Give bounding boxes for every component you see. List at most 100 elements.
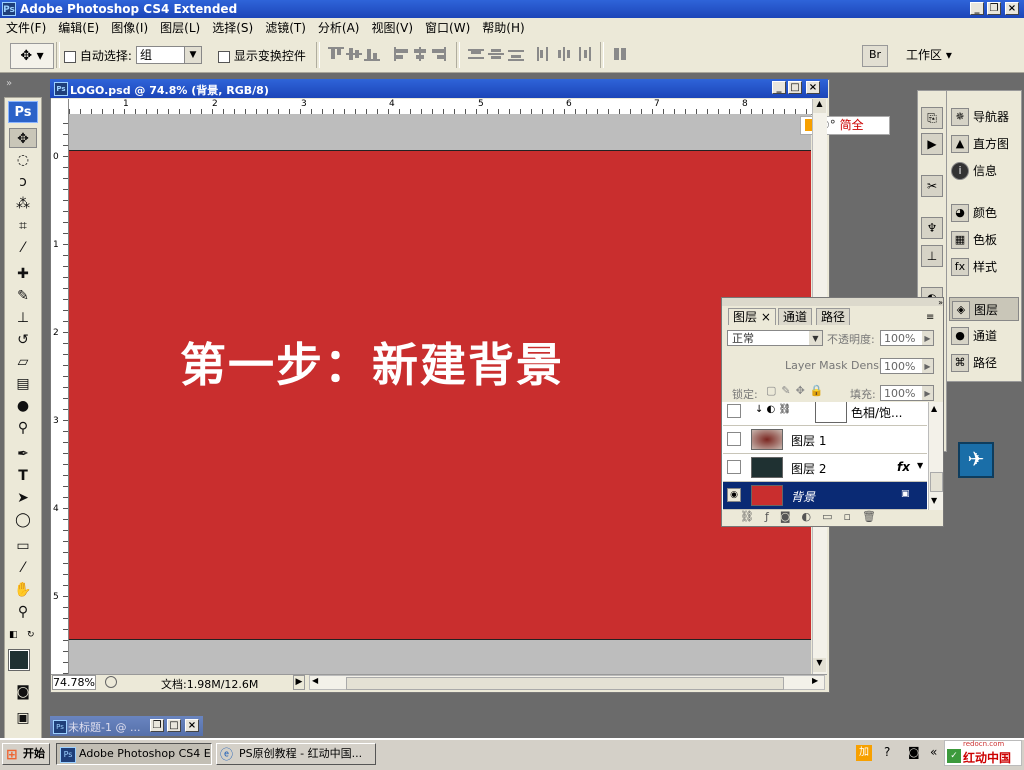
workspace-dropdown[interactable]: 工作区 ▾ [906, 46, 952, 63]
default-colors-icon[interactable]: ◧ [9, 630, 19, 640]
tab-channels[interactable]: 通道 [778, 308, 813, 325]
chevron-right-icon[interactable]: ▶ [922, 359, 933, 373]
new-layer-icon[interactable]: ▫ [844, 510, 862, 523]
panel-drag-bar[interactable]: » [722, 298, 943, 307]
layer-row[interactable]: ↓ ◐ ⛓ 色相/饱... [723, 402, 927, 426]
align-vcenter-icon[interactable] [346, 47, 362, 61]
eyedropper-sample-tool-icon[interactable]: ⁄ [9, 558, 37, 578]
menu-file[interactable]: 文件(F) [0, 18, 52, 38]
menu-image[interactable]: 图像(I) [105, 18, 154, 38]
link-layers-icon[interactable]: ⛓ [740, 510, 765, 523]
screen-mode-icon[interactable]: ▣ [9, 708, 37, 728]
menu-select[interactable]: 选择(S) [206, 18, 259, 38]
menu-filter[interactable]: 滤镜(T) [259, 18, 312, 38]
doc-close-button[interactable]: × [806, 81, 820, 94]
layer-row[interactable]: 图层 1 [723, 426, 927, 454]
hand-tool-icon[interactable]: ✋ [9, 580, 37, 600]
document-title-bar[interactable]: Ps LOGO.psd @ 74.8% (背景, RGB/8) _ □ × [50, 79, 828, 98]
scroll-up-icon[interactable]: ▲ [931, 404, 937, 413]
distribute-top-icon[interactable] [468, 47, 484, 61]
fx-icon[interactable]: fx [897, 460, 910, 474]
brushes-icon[interactable]: ♆ [921, 217, 943, 239]
dodge-tool-icon[interactable]: ⚲ [9, 418, 37, 438]
scroll-right-icon[interactable]: ▶ [812, 676, 818, 685]
move-tool-icon[interactable]: ✥ [9, 128, 37, 148]
chevron-right-icon[interactable]: ▶ [922, 386, 933, 400]
dock-layers[interactable]: ◈ 图层 [949, 297, 1019, 321]
distribute-left-icon[interactable] [536, 47, 552, 61]
show-transform-checkbox[interactable]: 显示变换控件 [218, 47, 306, 64]
tab-paths[interactable]: 路径 [816, 308, 851, 325]
distribute-right-icon[interactable] [576, 47, 592, 61]
eye-icon[interactable]: ◉ [727, 488, 741, 502]
foreground-color-swatch[interactable] [8, 649, 30, 671]
ruler-origin[interactable] [51, 99, 69, 115]
gradient-tool-icon[interactable]: ▤ [9, 374, 37, 394]
new-group-icon[interactable]: ▭ [822, 510, 843, 523]
tray-expand-icon[interactable]: « [930, 745, 937, 759]
minimized-document[interactable]: Ps 未标题-1 @ ... ❐ □ × [50, 716, 203, 736]
close-button[interactable]: × [1005, 2, 1019, 15]
tray-ime-icon[interactable]: 加 [856, 745, 872, 761]
dock-histogram[interactable]: ▲ 直方图 [949, 132, 1019, 156]
clone-source-icon[interactable]: ⊥ [921, 245, 943, 267]
status-menu-arrow-icon[interactable]: ▶ [293, 675, 305, 690]
history-icon[interactable]: ⎘ [921, 107, 943, 129]
doc-maximize-button[interactable]: □ [788, 81, 802, 94]
menu-layer[interactable]: 图层(L) [154, 18, 206, 38]
pen-tool-icon[interactable]: ✒ [9, 444, 37, 464]
swap-colors-icon[interactable]: ↻ [27, 630, 37, 640]
dock-color[interactable]: ◕ 颜色 [949, 201, 1019, 225]
scroll-left-icon[interactable]: ◀ [312, 676, 318, 685]
canvas[interactable]: 第一步：新建背景 [69, 150, 811, 640]
menu-help[interactable]: 帮助(H) [476, 18, 530, 38]
close-icon[interactable]: × [761, 310, 771, 324]
crop-tool-icon[interactable]: ⌗ [9, 216, 37, 236]
history-brush-tool-icon[interactable]: ↺ [9, 330, 37, 350]
actions-icon[interactable]: ▶ [921, 133, 943, 155]
doc-minimize-button[interactable]: _ [772, 81, 786, 94]
align-top-icon[interactable] [328, 47, 344, 61]
chevron-down-icon[interactable]: ▼ [917, 461, 923, 470]
layer-row-selected[interactable]: ◉ 背景 ▣ [723, 482, 927, 510]
vertical-ruler[interactable]: 0 1 2 3 4 5 [51, 114, 69, 674]
trash-icon[interactable]: 🗑 [862, 510, 887, 523]
magic-wand-tool-icon[interactable]: ⁂ [9, 194, 37, 214]
layer-row[interactable]: 图层 2 fx ▼ [723, 454, 927, 482]
align-left-icon[interactable] [394, 47, 410, 61]
panel-menu-icon[interactable]: ≡ [926, 312, 934, 323]
lasso-tool-icon[interactable]: ↄ [9, 172, 37, 192]
scroll-thumb[interactable] [930, 472, 943, 492]
taskbar-button-browser[interactable]: ⓔ PS原创教程 - 红动中国... [216, 743, 376, 765]
scroll-down-icon[interactable]: ▼ [931, 496, 937, 505]
blend-mode-dropdown[interactable]: 正常 ▼ [727, 330, 823, 346]
zoom-field[interactable]: 74.78% [52, 675, 96, 690]
dock-channels[interactable]: ● 通道 [949, 324, 1019, 348]
eyedropper-tool-icon[interactable]: ⁄ [9, 238, 37, 258]
desktop-app-icon[interactable]: ✈ [958, 442, 994, 478]
distribute-hcenter-icon[interactable] [556, 47, 572, 61]
menu-edit[interactable]: 编辑(E) [52, 18, 105, 38]
dock-paths[interactable]: ⌘ 路径 [949, 351, 1019, 375]
menu-analysis[interactable]: 分析(A) [312, 18, 366, 38]
dock-navigator[interactable]: ✵ 导航器 [949, 105, 1019, 129]
minimize-button[interactable]: _ [970, 2, 984, 15]
doc-maximize-button[interactable]: □ [167, 719, 181, 732]
tray-help-icon[interactable]: ? [884, 745, 890, 759]
healing-brush-tool-icon[interactable]: ✚ [9, 264, 37, 284]
menu-view[interactable]: 视图(V) [365, 18, 419, 38]
brush-tool-icon[interactable]: ✎ [9, 286, 37, 306]
align-right-icon[interactable] [430, 47, 446, 61]
taskbar-button-photoshop[interactable]: Ps Adobe Photoshop CS4 E... [56, 743, 212, 765]
new-adjustment-icon[interactable]: ◐ [802, 510, 823, 523]
tool-presets-icon[interactable]: ✂ [921, 175, 943, 197]
horizontal-scrollbar[interactable]: ◀ ▶ [309, 675, 825, 690]
dock-info[interactable]: i 信息 [949, 159, 1019, 183]
add-mask-icon[interactable]: ◙ [780, 510, 802, 523]
move-tool-preset-button[interactable]: ✥ ▾ [10, 43, 54, 69]
quick-mask-icon[interactable]: ◙ [9, 682, 37, 702]
add-style-icon[interactable]: ƒ [765, 510, 780, 523]
distribute-vcenter-icon[interactable] [488, 47, 504, 61]
notes-tool-icon[interactable]: ▭ [9, 536, 37, 556]
marquee-tool-icon[interactable]: ◌ [9, 150, 37, 170]
